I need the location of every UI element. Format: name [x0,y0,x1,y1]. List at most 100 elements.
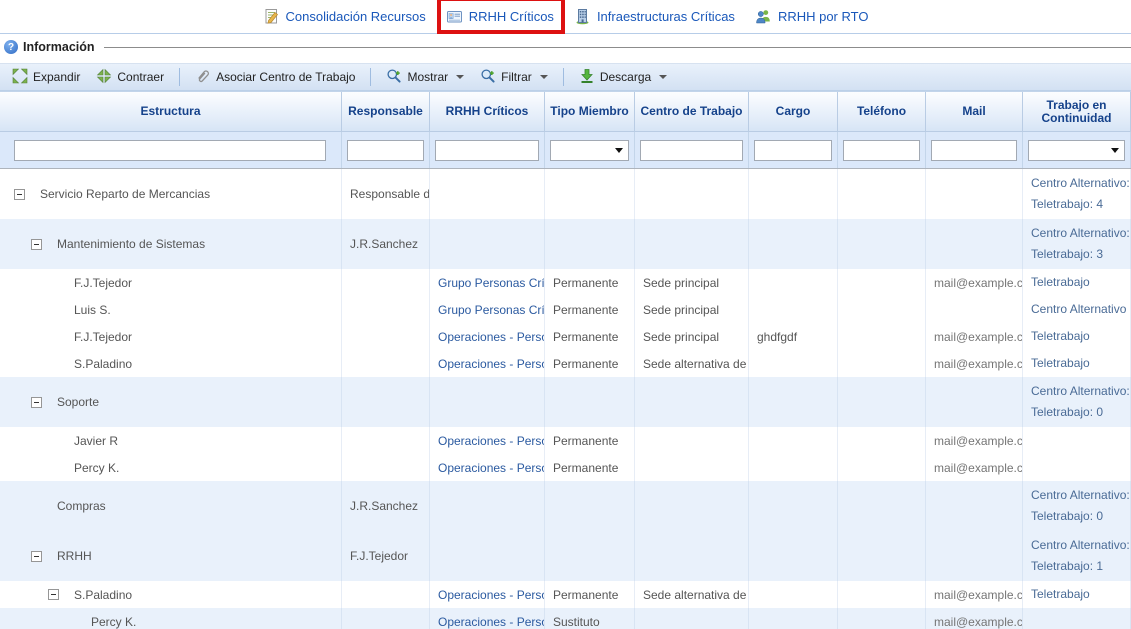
responsable-filter-input[interactable] [347,140,424,161]
tab-rrhh-criticos[interactable]: RRHH Críticos [446,8,554,25]
filter-button[interactable]: Filtrar [474,65,554,90]
column-header-estructura[interactable]: Estructura [0,92,342,131]
column-header-rrhh-criticos[interactable]: RRHH Críticos [430,92,545,131]
tab-infraestructuras-criticas[interactable]: Infraestructuras Críticas [574,8,735,25]
collapse-button[interactable]: Contraer [90,65,170,90]
table-row[interactable]: F.J.TejedorGrupo Personas CríticPermanen… [0,269,1131,296]
table-row[interactable]: Percy K.Operaciones - PersonSustitutomai… [0,608,1131,629]
trabajo-en-continuidad-filter-select[interactable] [1028,140,1125,161]
column-header-mail[interactable]: Mail [926,92,1023,131]
centro-de-trabajo-cell: Sede alternativa de co [635,581,749,608]
cargo-filter-input[interactable] [754,140,832,161]
table-row[interactable]: S.PaladinoOperaciones - PersonPermanente… [0,581,1131,608]
responsable-cell [342,350,430,377]
telefono-cell [838,581,926,608]
expand-button[interactable]: Expandir [6,65,86,90]
column-header-trabajo-en-continuidad[interactable]: Trabajo en Continuidad [1023,92,1131,131]
table-row[interactable]: Javier ROperaciones - PersonPermanentema… [0,427,1131,454]
grid-body: Servicio Reparto de MercanciasResponsabl… [0,169,1131,629]
table-row[interactable]: Percy K.Operaciones - PersonPermanentema… [0,454,1131,481]
telefono-cell [838,296,926,323]
column-header-centro-de-trabajo[interactable]: Centro de Trabajo [635,92,749,131]
tipo-miembro-cell: Permanente [545,581,635,608]
table-row[interactable]: ComprasJ.R.SanchezCentro Alternativo: 0T… [0,481,1131,531]
rrhh-grid: Estructura Responsable RRHH Críticos Tip… [0,91,1131,629]
tipo-miembro-cell: Permanente [545,454,635,481]
estructura-filter-input[interactable] [14,140,326,161]
mail-cell [926,481,1023,531]
collapse-toggle-icon[interactable] [14,189,25,200]
responsable-cell [342,296,430,323]
telefono-cell [838,219,926,269]
rrhh-criticos-link[interactable]: Operaciones - Person [430,454,545,481]
continuity-line: Teletrabajo [1031,272,1090,293]
tipo-miembro-cell [545,377,635,427]
continuity-line: Centro Alternativo [1031,299,1126,320]
rrhh-criticos-link[interactable]: Operaciones - Person [430,581,545,608]
column-header-cargo[interactable]: Cargo [749,92,838,131]
telefono-filter-input[interactable] [843,140,920,161]
cargo-cell [749,481,838,531]
column-header-tipo-miembro[interactable]: Tipo Miembro [545,92,635,131]
estructura-name: S.Paladino [74,357,132,371]
collapse-toggle-icon[interactable] [31,551,42,562]
toolbar-separator [370,68,371,86]
grid-filter-row [0,132,1131,169]
rrhh-criticos-link[interactable]: Operaciones - Person [430,608,545,629]
notes-pencil-icon [263,8,280,25]
estructura-cell: Luis S. [0,296,342,323]
rrhh-criticos-link[interactable]: Operaciones - Person [430,350,545,377]
rrhh-criticos-link[interactable]: Operaciones - Person [430,323,545,350]
collapse-toggle-icon[interactable] [48,589,59,600]
tipo-miembro-cell [545,169,635,219]
mail-filter-input[interactable] [931,140,1017,161]
column-header-responsable[interactable]: Responsable [342,92,430,131]
download-button[interactable]: Descarga [573,65,673,90]
centro-de-trabajo-filter-input[interactable] [640,140,743,161]
centro-de-trabajo-cell: Sede principal [635,323,749,350]
mail-cell: mail@example.cc [926,608,1023,629]
tab-consolidacion-recursos[interactable]: Consolidación Recursos [263,8,426,25]
estructura-cell: F.J.Tejedor [0,323,342,350]
table-row[interactable]: F.J.TejedorOperaciones - PersonPermanent… [0,323,1131,350]
column-header-telefono[interactable]: Teléfono [838,92,926,131]
tipo-miembro-filter-select[interactable] [550,140,629,161]
rrhh-criticos-filter-input[interactable] [435,140,539,161]
telefono-cell [838,608,926,629]
associate-work-center-button[interactable]: Asociar Centro de Trabajo [189,65,361,90]
grid-toolbar: Expandir Contraer Asociar Centro de Trab [0,63,1131,91]
tipo-miembro-cell: Permanente [545,269,635,296]
table-row[interactable]: Mantenimiento de SistemasJ.R.SanchezCent… [0,219,1131,269]
button-label: Contraer [117,70,164,84]
mail-cell: mail@example.cc [926,581,1023,608]
collapse-toggle-icon[interactable] [31,397,42,408]
estructura-cell: Soporte [0,377,342,427]
chevron-down-icon [540,75,548,79]
cargo-cell [749,296,838,323]
rrhh-criticos-link[interactable]: Operaciones - Person [430,427,545,454]
estructura-name: Percy K. [91,615,136,629]
info-legend: ? Información [0,37,1131,57]
table-row[interactable]: SoporteCentro Alternativo: 0Teletrabajo:… [0,377,1131,427]
centro-de-trabajo-cell [635,608,749,629]
help-icon[interactable]: ? [4,40,18,54]
table-row[interactable]: S.PaladinoOperaciones - PersonPermanente… [0,350,1131,377]
table-row[interactable]: RRHHF.J.TejedorCentro Alternativo: 0Tele… [0,531,1131,581]
app-page: Consolidación Recursos RRHH Críticos [0,0,1131,629]
table-row[interactable]: Servicio Reparto de MercanciasResponsabl… [0,169,1131,219]
table-row[interactable]: Luis S.Grupo Personas CríticPermanenteSe… [0,296,1131,323]
id-card-icon [446,8,463,25]
collapse-toggle-icon[interactable] [31,239,42,250]
mail-cell: mail@example.cc [926,350,1023,377]
rrhh-criticos-link[interactable]: Grupo Personas Crític [430,269,545,296]
rrhh-criticos-link[interactable]: Grupo Personas Crític [430,296,545,323]
estructura-name: Mantenimiento de Sistemas [57,237,205,251]
continuity-line: Centro Alternativo: 0 [1031,381,1131,402]
mail-cell [926,377,1023,427]
continuity-line: Teletrabajo: 4 [1031,194,1103,215]
show-button[interactable]: Mostrar [380,65,470,90]
chevron-down-icon [615,148,623,153]
tab-rrhh-por-rto[interactable]: RRHH por RTO [755,8,869,25]
mail-cell: mail@example.cc [926,269,1023,296]
mail-cell: mail@example.cc [926,427,1023,454]
